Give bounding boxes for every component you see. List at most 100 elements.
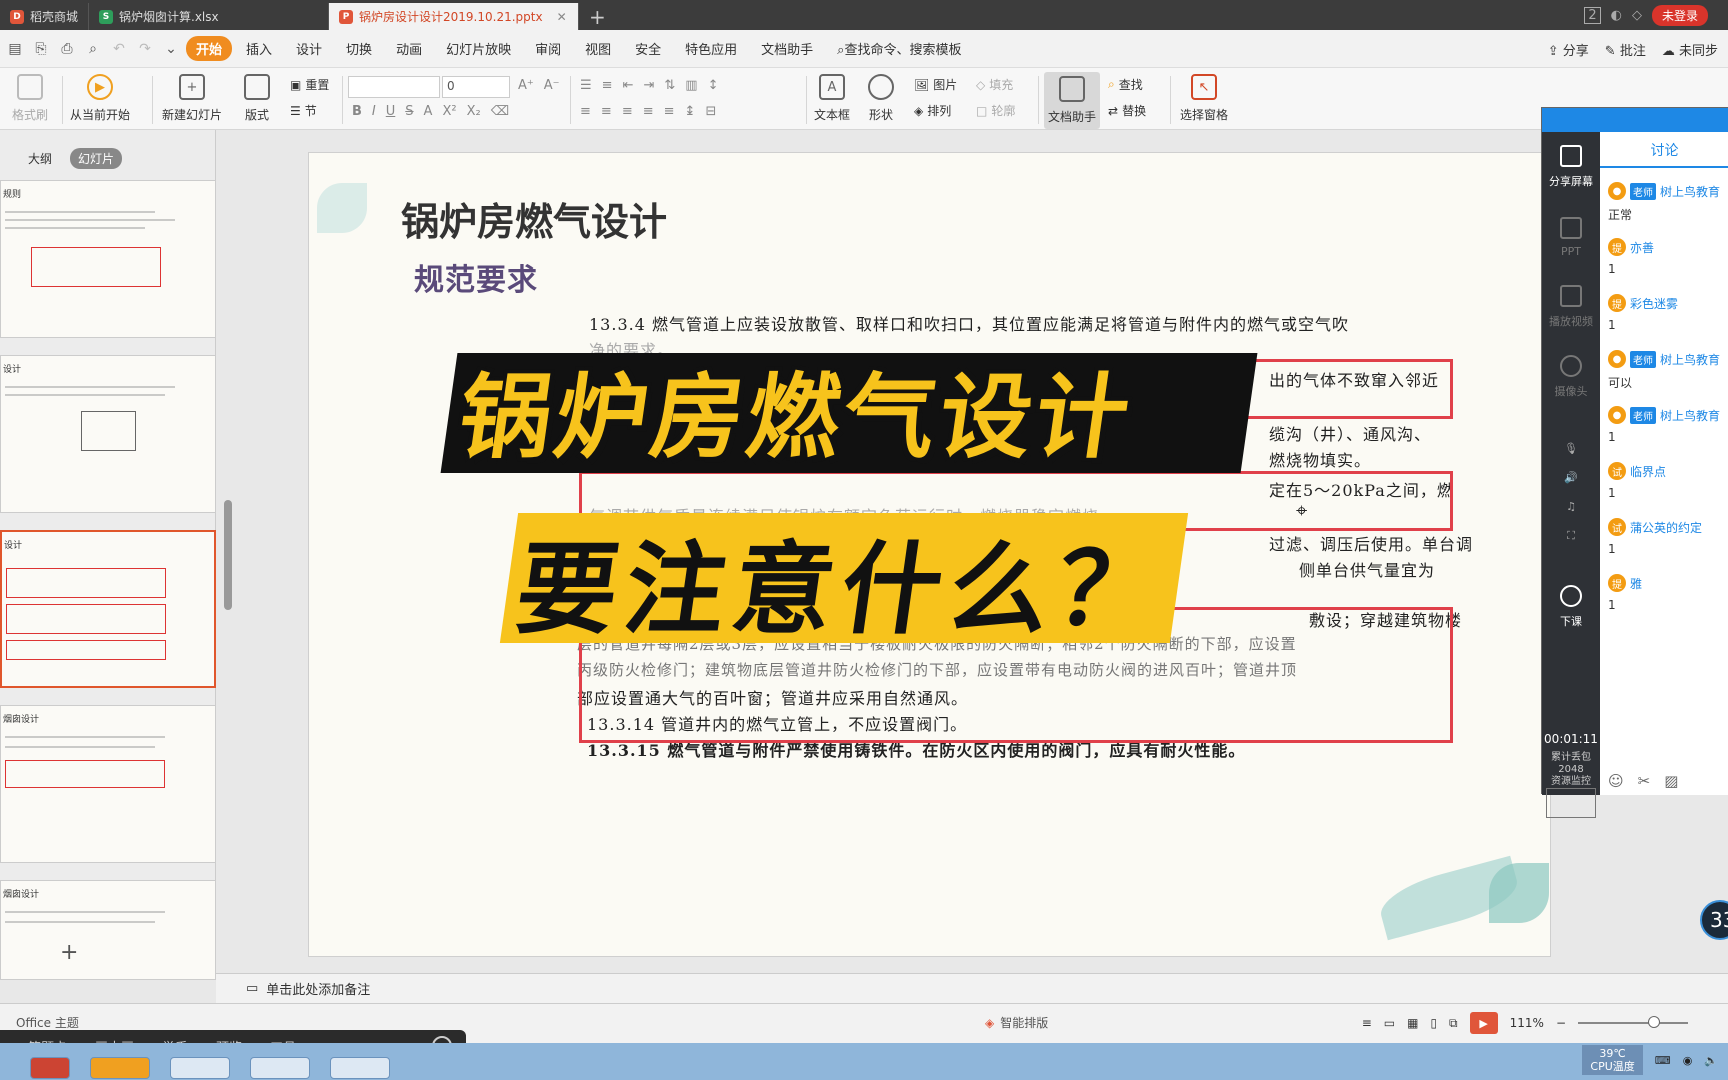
shrink-font-icon[interactable]: A⁻ xyxy=(544,78,560,93)
menu-home[interactable]: 开始 xyxy=(186,36,233,61)
fill-button[interactable]: ◇ 填充 xyxy=(976,76,1013,93)
find-button[interactable]: ⌕ 查找 xyxy=(1108,76,1143,93)
font-color-icon[interactable]: A xyxy=(424,104,433,119)
reset-button[interactable]: ▣ 重置 xyxy=(290,76,329,93)
superscript-icon[interactable]: X² xyxy=(442,104,456,119)
zoom-slider-knob[interactable] xyxy=(1648,1016,1660,1028)
play-from-current-button[interactable]: ▶ 从当前开始 xyxy=(70,74,130,123)
microphone-icon[interactable]: 🎙 xyxy=(1564,442,1578,455)
emoji-icon[interactable]: ☺ xyxy=(1608,772,1624,790)
numbering-icon[interactable]: ≡ xyxy=(602,78,613,93)
redo-icon[interactable]: ↷ xyxy=(134,41,156,57)
notes-placeholder[interactable]: 单击此处添加备注 xyxy=(266,979,370,998)
text-direction-icon[interactable]: ⇅ xyxy=(664,78,675,93)
menu-file-icon[interactable]: ▤ xyxy=(4,41,26,57)
strikethrough-icon[interactable]: S xyxy=(405,104,413,119)
taskbar-app[interactable] xyxy=(30,1057,70,1079)
section-button[interactable]: ☰ 节 xyxy=(290,102,317,119)
italic-icon[interactable]: I xyxy=(372,104,376,119)
zoom-out-icon[interactable]: − xyxy=(1556,1016,1566,1030)
save-icon[interactable]: ⎘ xyxy=(30,41,52,57)
slide-thumbnail[interactable]: 设计 xyxy=(0,355,216,513)
cpu-temp-widget[interactable]: 39℃ CPU温度 xyxy=(1582,1045,1643,1075)
subscript-icon[interactable]: X₂ xyxy=(467,104,481,119)
taskbar-app[interactable] xyxy=(170,1057,230,1079)
outdent-icon[interactable]: ⇤ xyxy=(623,78,634,93)
notes-bar[interactable]: ▭ 单击此处添加备注 xyxy=(216,973,1728,1003)
slide-thumbnail-selected[interactable]: 设计 xyxy=(0,530,216,688)
bullets-icon[interactable]: ☰ xyxy=(580,78,592,93)
add-tab-button[interactable]: + xyxy=(579,3,616,30)
slide-thumbnail[interactable]: 烟囱设计 xyxy=(0,880,216,980)
textbox-button[interactable]: A 文本框 xyxy=(814,74,850,123)
network-icon[interactable]: ◉ xyxy=(1683,1054,1693,1067)
speaker-icon[interactable]: 🔊 xyxy=(1564,471,1578,484)
line-spacing-icon[interactable]: ↕ xyxy=(708,78,719,93)
align-left-icon[interactable]: ≡ xyxy=(580,104,591,119)
slide-thumbnail[interactable]: 烟囱设计 xyxy=(0,705,216,863)
font-size-select[interactable]: 0 xyxy=(442,76,510,98)
taskbar-app[interactable] xyxy=(330,1057,390,1079)
tab-outline[interactable]: 大纲 xyxy=(20,148,60,169)
bold-icon[interactable]: B xyxy=(352,104,362,119)
camera-button[interactable]: 摄像头 xyxy=(1542,342,1600,412)
reading-view-icon[interactable]: ▯ xyxy=(1430,1016,1437,1030)
zoom-level[interactable]: 111% xyxy=(1510,1016,1544,1030)
shapes-button[interactable]: 形状 xyxy=(868,74,894,123)
align-right-icon[interactable]: ≡ xyxy=(622,104,633,119)
taskbar-app[interactable] xyxy=(90,1057,150,1079)
thumbnail-scrollbar[interactable] xyxy=(224,500,232,610)
slide-sorter-icon[interactable]: ▦ xyxy=(1407,1016,1418,1030)
selection-pane-button[interactable]: ↖ 选择窗格 xyxy=(1180,74,1228,123)
annotate-button[interactable]: ✎ 批注 xyxy=(1605,40,1646,59)
print-preview-icon[interactable]: ⌕ xyxy=(82,41,104,57)
slideshow-play-button[interactable]: ▶ xyxy=(1469,1012,1498,1034)
floating-badge[interactable]: 33 xyxy=(1700,900,1728,940)
skin-icon[interactable]: ◐ xyxy=(1611,8,1622,23)
slide-subtitle[interactable]: 规范要求 xyxy=(414,255,538,299)
new-slide-button[interactable]: + 新建幻灯片 xyxy=(162,74,222,123)
slide-canvas[interactable]: 锅炉房燃气设计 规范要求 13.3.4 燃气管道上应装设放散管、取样口和吹扫口，… xyxy=(308,152,1551,957)
undo-icon[interactable]: ↶ xyxy=(108,41,130,57)
print-icon[interactable]: ⎙ xyxy=(56,41,78,57)
layout-button[interactable]: 版式 xyxy=(244,74,270,123)
login-button[interactable]: 未登录 xyxy=(1651,4,1708,26)
menu-security[interactable]: 安全 xyxy=(625,36,671,61)
indent-icon[interactable]: ⇥ xyxy=(643,78,654,93)
slide-title[interactable]: 锅炉房燃气设计 xyxy=(401,191,667,246)
zoom-slider[interactable] xyxy=(1578,1016,1688,1028)
menu-transition[interactable]: 切换 xyxy=(336,36,382,61)
menu-slideshow[interactable]: 幻灯片放映 xyxy=(436,36,521,61)
menu-animation[interactable]: 动画 xyxy=(386,36,432,61)
menu-doc-assistant[interactable]: 文档助手 xyxy=(751,36,823,61)
sync-button[interactable]: ☁ 未同步 xyxy=(1662,40,1718,59)
play-video-button[interactable]: 播放视频 xyxy=(1542,272,1600,342)
end-class-button[interactable]: 下课 xyxy=(1542,572,1600,642)
tab-slides[interactable]: 幻灯片 xyxy=(70,148,123,169)
tab-pptx-file[interactable]: P 锅炉房设计设计2019.10.21.pptx ✕ xyxy=(329,3,580,30)
read-mode-icon[interactable]: ⧉ xyxy=(1449,1016,1458,1031)
format-painter-button[interactable]: 格式刷 xyxy=(12,74,48,123)
arrange-button[interactable]: ◈ 排列 xyxy=(914,102,951,119)
para-spacing-icon[interactable]: ↨ xyxy=(685,104,696,119)
picture-button[interactable]: 🖼 图片 xyxy=(914,76,957,93)
normal-view-icon[interactable]: ▭ xyxy=(1384,1016,1395,1030)
search-command[interactable]: ⌕查找命令、搜索模板 xyxy=(827,36,971,61)
music-icon[interactable]: ♫ xyxy=(1566,500,1576,513)
image-icon[interactable]: ▨ xyxy=(1664,772,1678,790)
shirt-icon[interactable]: ◇ xyxy=(1632,8,1642,23)
scissors-icon[interactable]: ✂ xyxy=(1638,772,1651,790)
underline-icon[interactable]: U xyxy=(386,104,396,119)
smart-layout-button[interactable]: ◈ 智能排版 xyxy=(985,1014,1048,1031)
fullscreen-icon[interactable]: ⛶ xyxy=(1567,529,1575,543)
doc-assistant-button[interactable]: 文档助手 xyxy=(1044,72,1101,129)
columns-icon[interactable]: ▥ xyxy=(685,78,697,93)
font-family-select[interactable] xyxy=(348,76,440,98)
customize-dropdown-icon[interactable]: ⌄ xyxy=(160,41,182,57)
volume-icon[interactable]: 🔈 xyxy=(1704,1054,1718,1067)
share-screen-button[interactable]: 分享屏幕 xyxy=(1542,132,1600,202)
text-align-icon[interactable]: ⊟ xyxy=(705,104,716,119)
slide-thumbnail[interactable]: 规则 xyxy=(0,180,216,338)
menu-view[interactable]: 视图 xyxy=(575,36,621,61)
window-count-badge[interactable]: 2 xyxy=(1584,6,1601,24)
